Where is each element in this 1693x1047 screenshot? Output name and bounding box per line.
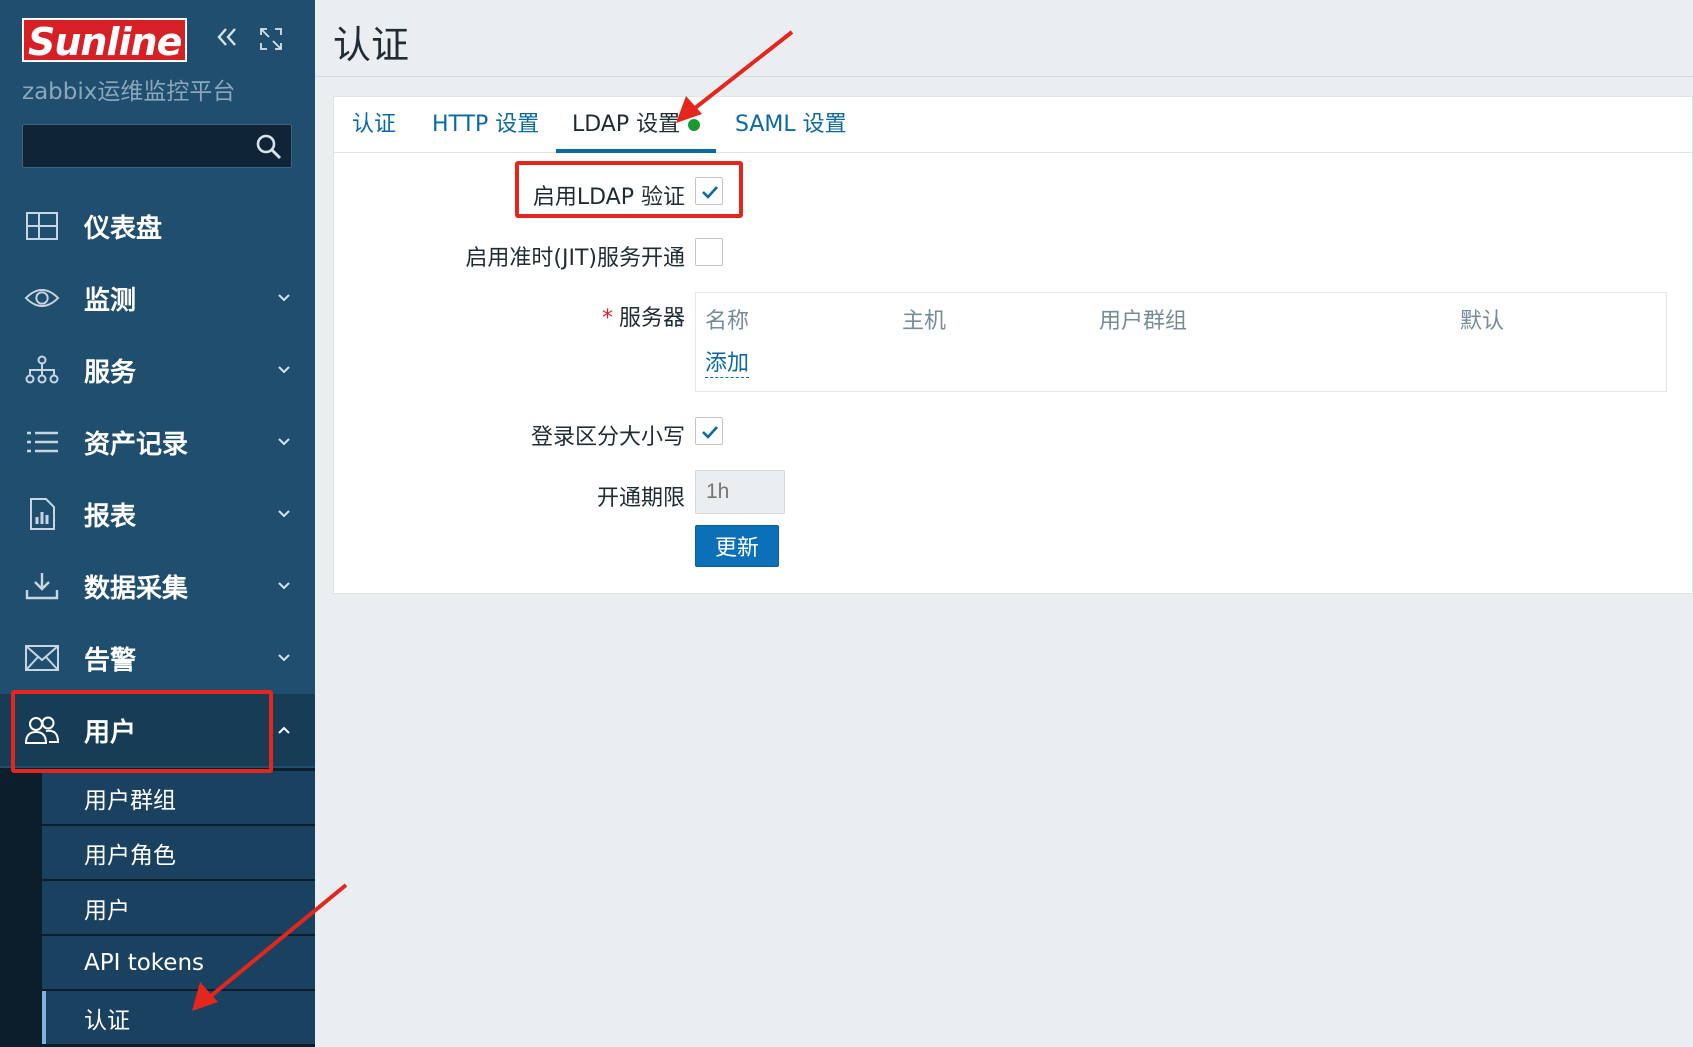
submenu-item-api-tokens[interactable]: API tokens [42,936,315,989]
tab-label: LDAP 设置 [572,112,681,137]
servers-label-text: 服务器 [618,306,685,331]
enable-ldap-checkbox[interactable] [695,177,723,205]
platform-subtitle: zabbix运维监控平台 [22,79,236,105]
tab-saml-settings[interactable]: SAML 设置 [735,97,847,153]
brand: Sunline [22,18,188,64]
menu-item-label: 用户 [84,717,137,748]
tab-bar: 认证 HTTP 设置 LDAP 设置 SAML 设置 [334,97,1692,153]
collapse-sidebar-button[interactable] [212,22,242,52]
users-icon [24,712,60,748]
menu-item-users[interactable]: 用户 [0,694,315,766]
tab-http-settings[interactable]: HTTP 设置 [432,97,539,153]
provisioning-period-input[interactable] [695,470,785,514]
envelope-icon [24,640,60,676]
column-header-default: 默认 [1460,309,1505,334]
submenu-item-label: 认证 [84,1007,130,1034]
submenu-item-label: 用户群组 [84,787,176,814]
tab-label: 认证 [352,112,397,137]
checkmark-icon [702,186,718,199]
menu-item-reports[interactable]: 报表 [0,478,315,550]
column-header-host: 主机 [902,309,947,334]
checkmark-icon [702,426,718,439]
enable-ldap-label: 启用LDAP 验证 [532,185,685,210]
add-server-link[interactable]: 添加 [705,345,750,378]
menu-item-services[interactable]: 服务 [0,334,315,406]
submenu-item-users[interactable]: 用户 [42,881,315,934]
submenu-item-label: API tokens [84,949,204,976]
servers-label: * 服务器 [602,300,685,332]
chevron-up-icon [278,726,290,734]
search-icon[interactable] [255,133,283,161]
update-button[interactable]: 更新 [695,525,779,567]
servers-table: 名称 主机 用户群组 默认 添加 [695,292,1667,392]
chevron-down-icon [278,438,290,446]
list-icon [24,424,60,460]
logo[interactable]: Sunline [22,18,188,64]
submenu-item-label: 用户 [84,897,130,924]
chevron-down-icon [278,654,290,662]
status-dot-icon [688,119,701,131]
sidebar: Sunline zabbix运维监控平台 仪表盘 监测 服务 资产记录 报表 数… [0,0,315,1047]
kiosk-mode-button[interactable] [258,26,284,52]
page-title: 认证 [333,23,410,67]
expand-icon [260,28,282,50]
chevron-down-icon [278,510,290,518]
tab-label: SAML 设置 [735,112,847,137]
header-divider [315,76,1693,77]
menu-item-label: 数据采集 [84,573,189,604]
chevron-down-icon [278,366,290,374]
chevron-down-icon [278,294,290,302]
chevron-down-icon [278,582,290,590]
menu-item-label: 报表 [84,501,137,532]
submenu-item-user-roles[interactable]: 用户角色 [42,826,315,879]
double-chevron-left-icon [217,28,236,46]
hierarchy-icon [24,352,60,388]
users-submenu: 用户群组 用户角色 用户 API tokens 认证 [0,768,315,1047]
menu-item-label: 服务 [84,357,137,388]
enable-jit-checkbox[interactable] [695,238,723,266]
submenu-item-user-groups[interactable]: 用户群组 [42,771,315,824]
dashboard-icon [24,208,60,244]
column-header-name: 名称 [705,309,750,334]
enable-jit-label: 启用准时(JIT)服务开通 [465,246,685,271]
submenu-item-authentication[interactable]: 认证 [42,991,315,1044]
tab-authentication[interactable]: 认证 [352,97,396,153]
search-input[interactable] [23,125,291,167]
tab-ldap-settings[interactable]: LDAP 设置 [556,97,717,153]
menu-item-dashboard[interactable]: 仪表盘 [0,190,315,262]
submenu-item-label: 用户角色 [84,842,176,869]
case-sensitive-label: 登录区分大小写 [530,425,685,450]
tab-label: HTTP 设置 [432,112,540,137]
eye-icon [24,280,60,316]
required-mark: * [601,306,613,331]
provisioning-period-label: 开通期限 [596,486,685,511]
download-icon [24,568,60,604]
case-sensitive-checkbox[interactable] [695,417,723,445]
menu-item-monitoring[interactable]: 监测 [0,262,315,334]
menu-item-inventory[interactable]: 资产记录 [0,406,315,478]
menu-item-data-collection[interactable]: 数据采集 [0,550,315,622]
menu-item-label: 仪表盘 [84,213,163,244]
search-box[interactable] [22,124,292,168]
menu-item-label: 告警 [84,645,137,676]
authentication-panel: 认证 HTTP 设置 LDAP 设置 SAML 设置 启用LDAP 验证 启用准… [333,96,1693,594]
menu-item-alerts[interactable]: 告警 [0,622,315,694]
report-icon [24,496,60,532]
menu-item-label: 资产记录 [84,429,189,460]
main-menu: 仪表盘 监测 服务 资产记录 报表 数据采集 告警 用户 [0,190,315,766]
menu-item-label: 监测 [84,285,137,316]
column-header-user-groups: 用户群组 [1099,309,1188,334]
